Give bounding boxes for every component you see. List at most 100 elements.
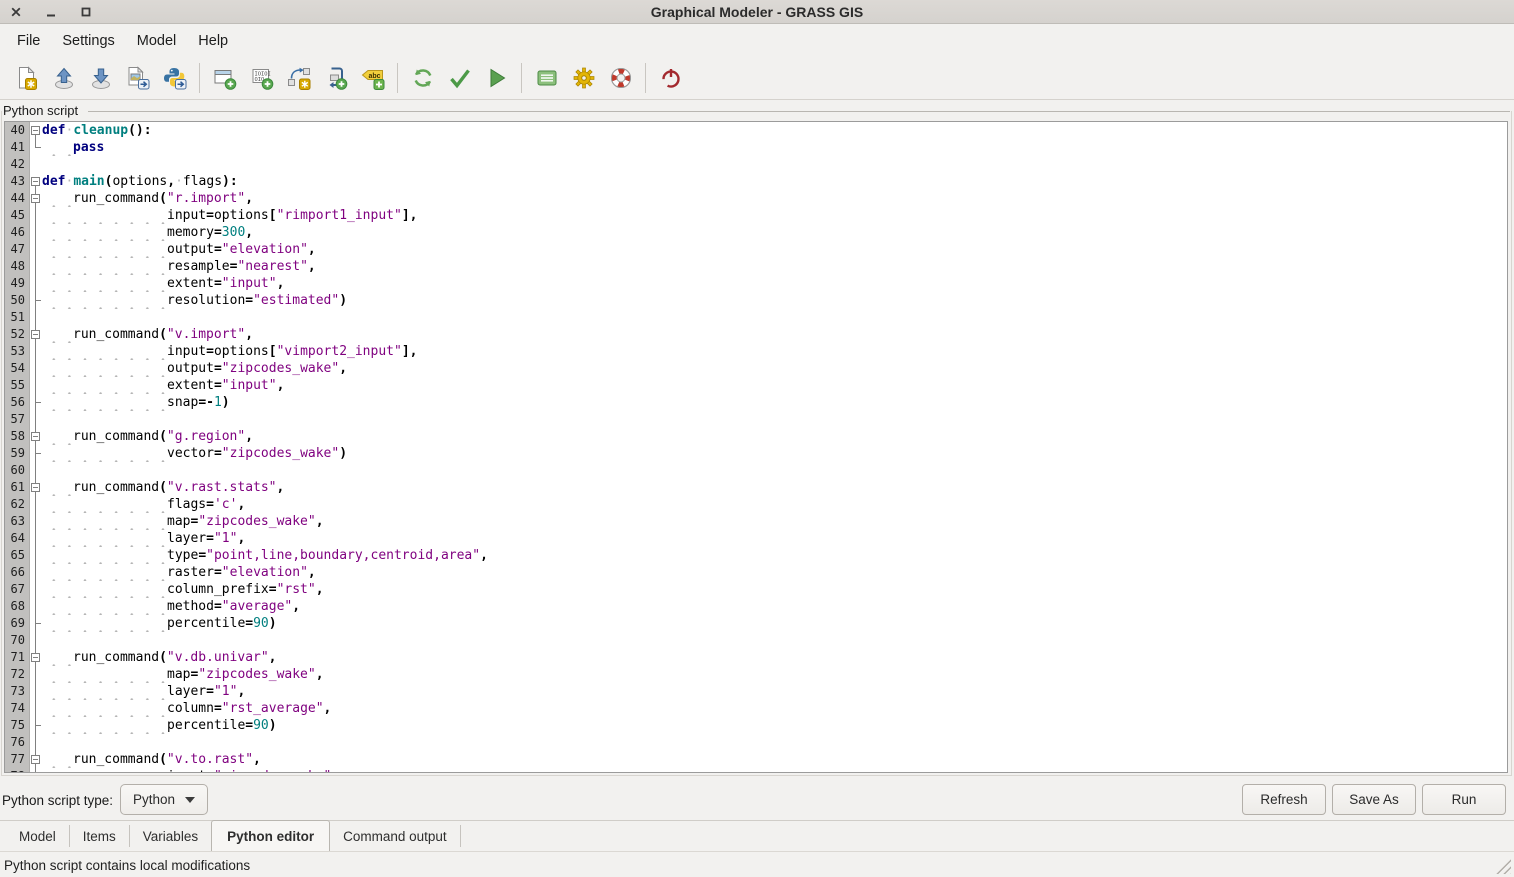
code-text: input="zipcodes_wake", [42, 768, 1507, 773]
code-line-49[interactable]: 49extent="input", [5, 275, 1507, 292]
code-line-44[interactable]: 44run_command("r.import", [5, 190, 1507, 207]
maximize-icon[interactable] [79, 5, 92, 18]
menu-file[interactable]: File [6, 28, 51, 54]
fold-line [30, 411, 42, 428]
fold-marker[interactable] [30, 173, 42, 190]
menu-model[interactable]: Model [126, 28, 188, 54]
code-line-52[interactable]: 52run_command("v.import", [5, 326, 1507, 343]
code-line-77[interactable]: 77run_command("v.to.rast", [5, 751, 1507, 768]
indent-whitespace [42, 190, 73, 207]
refresh-button[interactable]: Refresh [1242, 784, 1326, 815]
code-line-60[interactable]: 60 [5, 462, 1507, 479]
code-line-73[interactable]: 73layer="1", [5, 683, 1507, 700]
code-line-67[interactable]: 67column_prefix="rst", [5, 581, 1507, 598]
fold-line [30, 700, 42, 717]
code-line-62[interactable]: 62flags='c', [5, 496, 1507, 513]
export-python-icon[interactable] [163, 66, 187, 90]
add-data-icon[interactable]: IOIOI OIO [250, 66, 274, 90]
code-line-65[interactable]: 65type="point,line,boundary,centroid,are… [5, 547, 1507, 564]
code-line-55[interactable]: 55extent="input", [5, 377, 1507, 394]
code-line-71[interactable]: 71run_command("v.db.univar", [5, 649, 1507, 666]
code-text: pass [42, 139, 1507, 156]
fold-marker[interactable] [30, 190, 42, 207]
fold-line [30, 377, 42, 394]
code-line-48[interactable]: 48resample="nearest", [5, 258, 1507, 275]
code-line-53[interactable]: 53input=options["vimport2_input"], [5, 343, 1507, 360]
code-line-41[interactable]: 41pass [5, 139, 1507, 156]
indent-whitespace [42, 717, 167, 734]
help-lifering-icon[interactable] [609, 66, 633, 90]
code-text: resample="nearest", [42, 258, 1507, 275]
properties-icon[interactable] [535, 66, 559, 90]
line-number: 52 [5, 326, 30, 343]
code-line-68[interactable]: 68method="average", [5, 598, 1507, 615]
new-model-icon[interactable] [15, 66, 39, 90]
code-line-70[interactable]: 70 [5, 632, 1507, 649]
tab-variables[interactable]: Variables [130, 821, 211, 851]
indent-whitespace [42, 479, 73, 496]
save-as-button[interactable]: Save As [1332, 784, 1416, 815]
code-line-47[interactable]: 47output="elevation", [5, 241, 1507, 258]
add-relation-icon[interactable] [287, 66, 311, 90]
fold-line [30, 598, 42, 615]
add-loop-icon[interactable] [324, 66, 348, 90]
tab-python-editor[interactable]: Python editor [211, 820, 330, 851]
run-button[interactable]: Run [1422, 784, 1506, 815]
code-line-78[interactable]: 78input="zipcodes_wake", [5, 768, 1507, 773]
indent-whitespace [42, 428, 73, 445]
fold-marker[interactable] [30, 122, 42, 139]
tab-model[interactable]: Model [6, 821, 69, 851]
code-line-69[interactable]: 69percentile=90) [5, 615, 1507, 632]
quit-power-icon[interactable] [659, 66, 683, 90]
code-line-54[interactable]: 54output="zipcodes_wake", [5, 360, 1507, 377]
minimize-icon[interactable] [44, 5, 57, 18]
open-model-icon[interactable] [52, 66, 76, 90]
script-type-dropdown[interactable]: Python [120, 784, 208, 815]
code-line-75[interactable]: 75percentile=90) [5, 717, 1507, 734]
code-line-74[interactable]: 74column="rst_average", [5, 700, 1507, 717]
code-line-66[interactable]: 66raster="elevation", [5, 564, 1507, 581]
code-line-42[interactable]: 42 [5, 156, 1507, 173]
code-line-45[interactable]: 45input=options["rimport1_input"], [5, 207, 1507, 224]
close-icon[interactable] [9, 5, 22, 18]
code-line-51[interactable]: 51 [5, 309, 1507, 326]
code-line-57[interactable]: 57 [5, 411, 1507, 428]
fold-marker[interactable] [30, 326, 42, 343]
redraw-icon[interactable] [411, 66, 435, 90]
code-line-40[interactable]: 40def·cleanup(): [5, 122, 1507, 139]
code-line-46[interactable]: 46memory=300, [5, 224, 1507, 241]
tab-items[interactable]: Items [70, 821, 129, 851]
code-line-58[interactable]: 58run_command("g.region", [5, 428, 1507, 445]
code-line-59[interactable]: 59vector="zipcodes_wake") [5, 445, 1507, 462]
add-comment-icon[interactable]: abc [361, 66, 385, 90]
tab-command-output[interactable]: Command output [330, 821, 460, 851]
indent-whitespace [42, 513, 167, 530]
code-line-61[interactable]: 61run_command("v.rast.stats", [5, 479, 1507, 496]
validate-icon[interactable] [448, 66, 472, 90]
menu-settings[interactable]: Settings [51, 28, 125, 54]
fold-marker[interactable] [30, 751, 42, 768]
line-number: 45 [5, 207, 30, 224]
code-line-63[interactable]: 63map="zipcodes_wake", [5, 513, 1507, 530]
fold-marker[interactable] [30, 479, 42, 496]
code-line-76[interactable]: 76 [5, 734, 1507, 751]
add-command-icon[interactable] [213, 66, 237, 90]
settings-gear-icon[interactable] [572, 66, 596, 90]
code-text [42, 462, 1507, 479]
export-image-icon[interactable] [126, 66, 150, 90]
code-line-50[interactable]: 50resolution="estimated") [5, 292, 1507, 309]
code-line-56[interactable]: 56snap=-1) [5, 394, 1507, 411]
code-text: input=options["vimport2_input"], [42, 343, 1507, 360]
line-number: 63 [5, 513, 30, 530]
save-model-icon[interactable] [89, 66, 113, 90]
fold-marker[interactable] [30, 428, 42, 445]
fold-marker[interactable] [30, 649, 42, 666]
code-text: run_command("v.db.univar", [42, 649, 1507, 666]
code-line-43[interactable]: 43def·main(options,·flags): [5, 173, 1507, 190]
menu-help[interactable]: Help [187, 28, 239, 54]
run-model-icon[interactable] [485, 66, 509, 90]
code-line-72[interactable]: 72map="zipcodes_wake", [5, 666, 1507, 683]
code-line-64[interactable]: 64layer="1", [5, 530, 1507, 547]
python-code-editor[interactable]: 40def·cleanup():41pass4243def·main(optio… [4, 121, 1508, 773]
line-number: 69 [5, 615, 30, 632]
